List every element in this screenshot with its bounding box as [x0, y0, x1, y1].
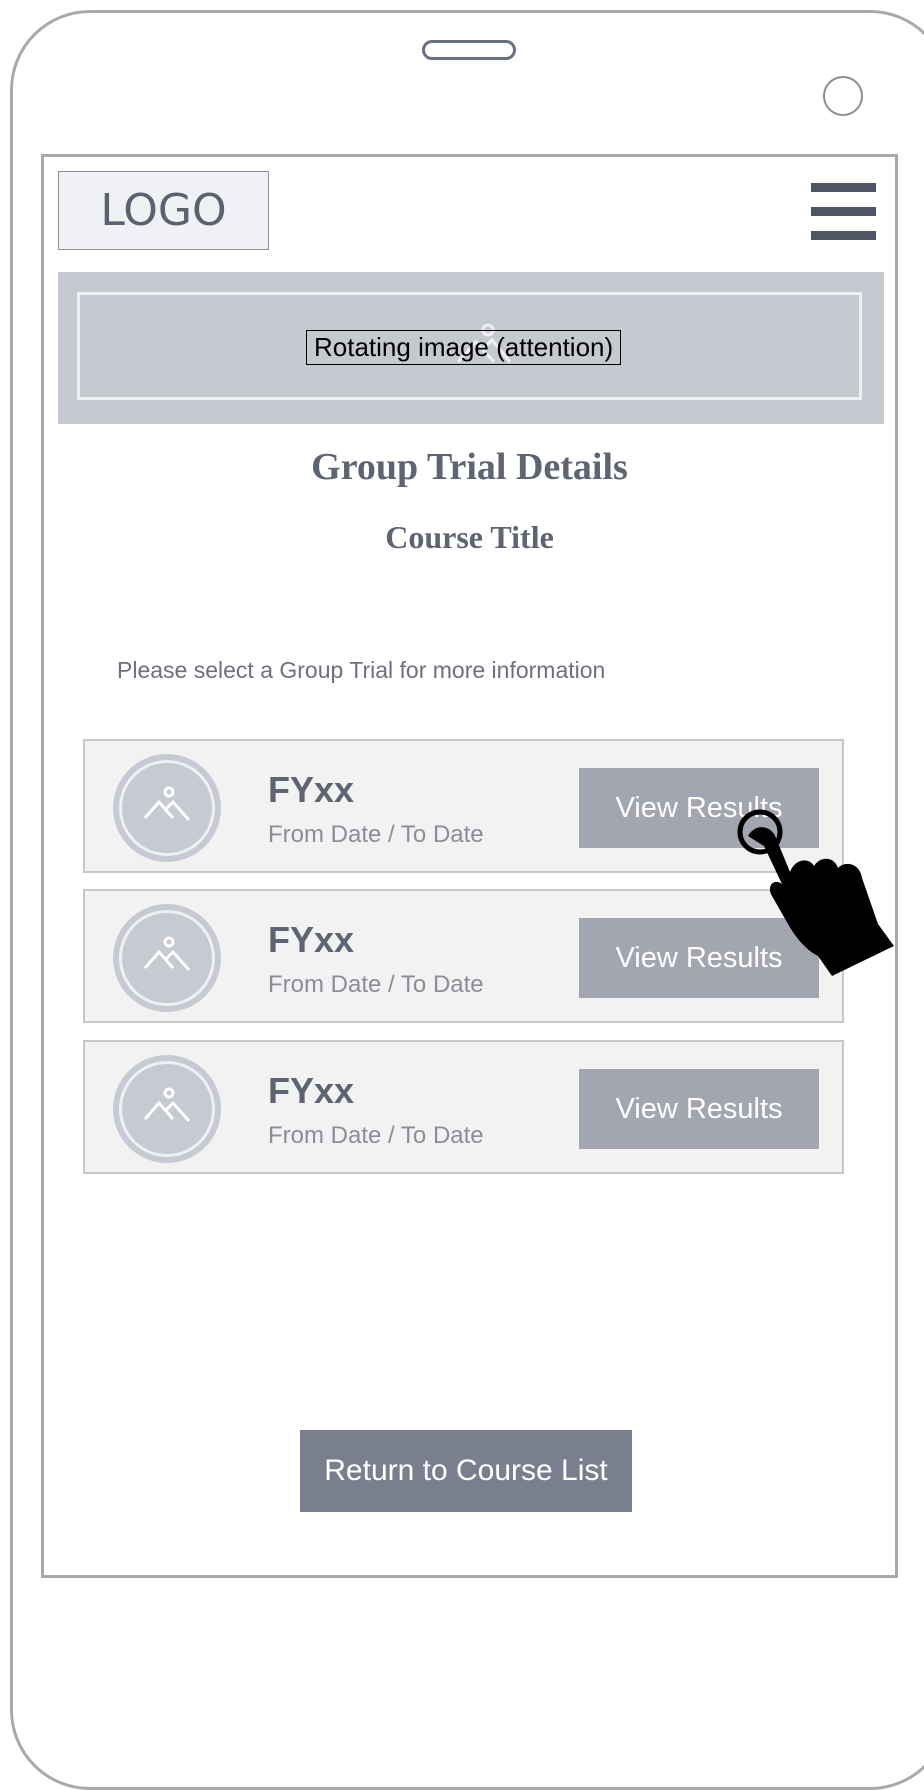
instruction-text: Please select a Group Trial for more inf… [117, 657, 606, 683]
trial-avatar [113, 754, 221, 862]
trial-dates: From Date / To Date [268, 821, 484, 848]
rotating-banner[interactable]: Rotating image (attention) [58, 272, 884, 424]
pointing-hand-cursor-icon [737, 809, 894, 976]
page-title: Group Trial Details [311, 446, 628, 488]
trial-dates: From Date / To Date [268, 971, 484, 998]
image-placeholder-icon [143, 786, 191, 821]
return-to-course-list-button[interactable]: Return to Course List [300, 1430, 632, 1512]
logo[interactable]: LOGO [58, 171, 269, 250]
trial-title: FYxx [268, 919, 355, 960]
image-placeholder-icon [143, 1087, 191, 1122]
hamburger-menu-icon[interactable] [811, 183, 876, 240]
view-results-button[interactable]: View Results [579, 1069, 819, 1149]
image-placeholder-icon [143, 936, 191, 971]
trial-avatar [113, 904, 221, 1012]
banner-label: Rotating image (attention) [306, 330, 622, 365]
trial-card[interactable]: FYxx From Date / To Date View Results [83, 1040, 844, 1174]
phone-camera [823, 76, 863, 116]
trial-title: FYxx [268, 769, 355, 810]
trial-dates: From Date / To Date [268, 1122, 484, 1149]
phone-speaker [422, 40, 516, 60]
trial-avatar [113, 1055, 221, 1163]
trial-title: FYxx [268, 1070, 355, 1111]
course-title: Course Title [385, 519, 554, 555]
